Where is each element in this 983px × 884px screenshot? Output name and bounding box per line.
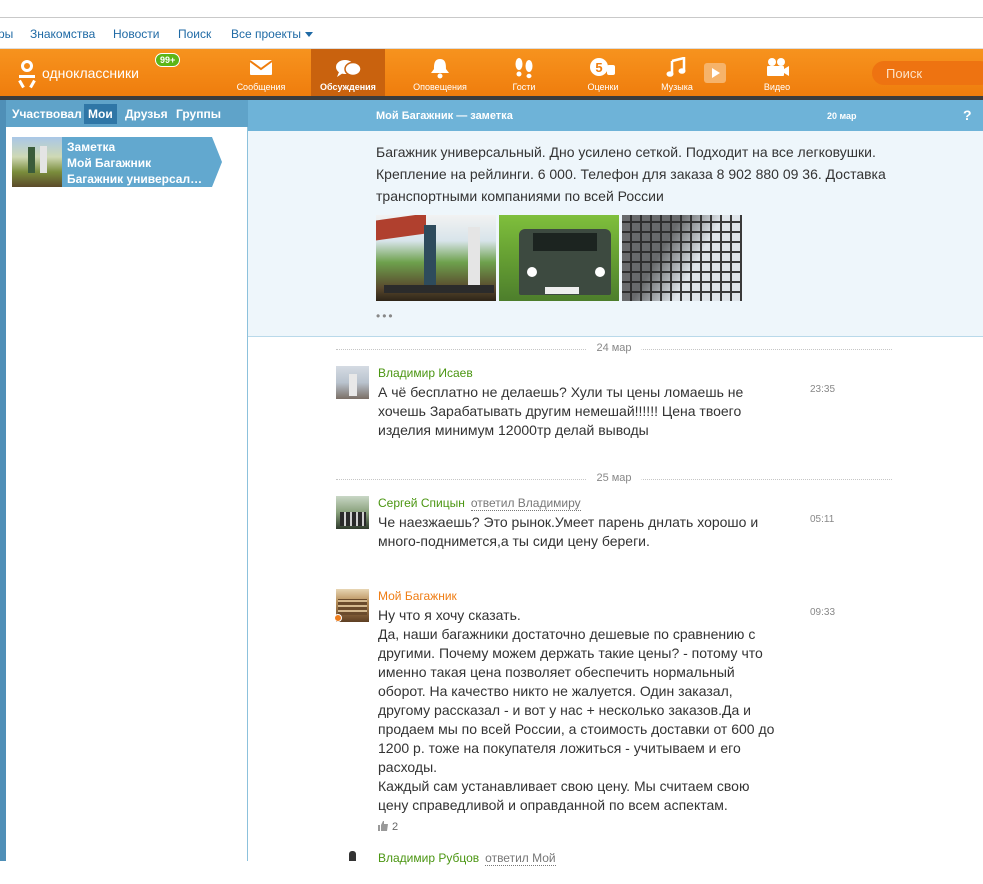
discussion-date: 20 мар (827, 111, 857, 121)
tab-messages[interactable]: Сообщения (224, 49, 298, 96)
comment-author[interactable]: Владимир Рубцов (378, 851, 479, 865)
comment-text-line: Каждый сам устанавливает свою цену. Мы с… (378, 778, 750, 813)
avatar[interactable] (336, 366, 369, 399)
tab-video[interactable]: Видео (740, 49, 814, 96)
main-header: одноклассники 99+ Сообщения Обсуждения О… (0, 49, 983, 96)
comment-author[interactable]: Мой Багажник (378, 589, 457, 603)
comment-text: Ну что я хочу сказать. Да, наши багажник… (378, 606, 783, 815)
tab-discussions[interactable]: Обсуждения (311, 49, 385, 96)
topnav-link-search[interactable]: Поиск (178, 27, 211, 41)
music-note-icon (666, 57, 686, 77)
discussions-sidebar: Участвовал Мои Друзья Группы Заметка Мой… (0, 100, 248, 861)
tab-video-label: Видео (763, 82, 791, 92)
comment: Владимир Рубцов ответил Мой (336, 851, 856, 884)
footprints-icon (515, 58, 533, 79)
tab-friends[interactable]: Друзья (125, 107, 168, 121)
comment-time: 05:11 (810, 514, 835, 525)
avatar[interactable] (336, 851, 369, 884)
tab-discussions-label: Обсуждения (320, 82, 376, 92)
topnav-link-news[interactable]: Новости (113, 27, 159, 41)
tab-notifications-label: Оповещения (413, 82, 467, 92)
date-separator-label: 24 мар (586, 342, 642, 354)
ok-logo-icon (18, 59, 36, 87)
comments-feed: 24 мар Владимир Исаев А чё бесплатно не … (248, 338, 983, 884)
comment-text-line: Да, наши багажники достаточно дешевые по… (378, 626, 775, 775)
comment: Мой Багажник Ну что я хочу сказать. Да, … (334, 589, 856, 839)
topnav-link-games[interactable]: ры (0, 27, 13, 41)
video-camera-icon (767, 58, 789, 76)
tab-messages-label: Сообщения (236, 82, 286, 92)
comment: Владимир Исаев А чё бесплатно не делаешь… (336, 366, 856, 446)
tab-ratings[interactable]: 5 Оценки (566, 49, 640, 96)
reply-to-link[interactable]: ответил Владимиру (470, 496, 581, 511)
date-separator: 25 мар (336, 472, 892, 486)
tab-music[interactable]: Музыка (640, 49, 714, 96)
five-rating-icon: 5 (590, 58, 615, 76)
topic-photo-3[interactable] (622, 215, 742, 301)
discussion-item-snippet: Багажник универсаль... (67, 172, 207, 186)
reply-to-link[interactable]: ответил Мой (485, 851, 556, 866)
comment-text: Че наезжаешь? Это рынок.Умеет парень днл… (378, 514, 759, 549)
discussion-item-type: Заметка (67, 140, 116, 154)
tab-guests-label: Гости (512, 82, 536, 92)
online-indicator (334, 614, 342, 622)
chevron-down-icon (305, 32, 314, 38)
bell-icon (431, 59, 449, 79)
comment-text-line: Ну что я хочу сказать. (378, 607, 521, 623)
tab-participated[interactable]: Участвовал (12, 107, 82, 121)
discussion-item-title: Мой Багажник (67, 156, 152, 170)
envelope-icon (249, 60, 273, 75)
topic-text: Багажник универсальный. Дно усилено сетк… (376, 144, 886, 204)
notifications-badge: 99+ (155, 53, 181, 67)
like-count: 2 (392, 821, 399, 833)
svg-text:5: 5 (595, 60, 602, 75)
comment-text: А чё бесплатно не делаешь? Хули ты цены … (378, 384, 744, 438)
date-separator-label: 25 мар (586, 472, 642, 484)
avatar[interactable] (336, 496, 369, 529)
topic-post: Багажник универсальный. Дно усилено сетк… (248, 131, 983, 337)
date-separator: 24 мар (336, 342, 892, 356)
comment: Сергей Спицын ответил Владимиру Че наезжа… (336, 496, 856, 566)
help-button[interactable]: ? (963, 107, 972, 123)
discussion-list-item[interactable]: Заметка Мой Багажник Багажник универсаль… (12, 137, 222, 187)
topic-photo-1[interactable] (376, 215, 496, 301)
comment-author[interactable]: Сергей Спицын (378, 496, 465, 510)
tab-ratings-label: Оценки (587, 82, 619, 92)
tab-music-label: Музыка (661, 82, 693, 92)
comment-time: 23:35 (810, 384, 836, 395)
comment-author[interactable]: Владимир Исаев (378, 366, 473, 380)
discussion-header: Мой Багажник — заметка 20 мар ? (248, 100, 983, 131)
play-icon[interactable] (704, 63, 726, 83)
topnav-link-all-projects[interactable]: Все проекты (231, 27, 314, 41)
all-projects-label: Все проекты (231, 27, 302, 41)
discussion-item-text: Заметка Мой Багажник Багажник универсаль… (67, 139, 207, 187)
tab-groups[interactable]: Группы (176, 107, 221, 121)
browser-top-strip (0, 0, 983, 18)
discussion-filter-tabs: Участвовал Мои Друзья Группы (6, 100, 248, 127)
more-options-icon[interactable]: ••• (376, 309, 395, 323)
tab-notifications[interactable]: Оповещения (403, 49, 477, 96)
topic-photo-2[interactable] (499, 215, 619, 301)
tab-mine[interactable]: Мои (84, 104, 117, 124)
discussion-thumbnail (12, 137, 62, 187)
thumbs-up-icon (378, 821, 388, 831)
like-button[interactable]: 2 (378, 821, 398, 833)
comment-time: 09:33 (810, 607, 836, 618)
speech-bubbles-icon (336, 60, 362, 77)
brand-name: одноклассники (42, 65, 139, 81)
top-navigation: ры Знакомства Новости Поиск Все проекты (0, 20, 983, 49)
topnav-link-dating[interactable]: Знакомства (30, 27, 95, 41)
discussion-title[interactable]: Мой Багажник — заметка (376, 110, 513, 122)
tab-guests[interactable]: Гости (487, 49, 561, 96)
search-input[interactable]: Поиск (872, 61, 983, 85)
